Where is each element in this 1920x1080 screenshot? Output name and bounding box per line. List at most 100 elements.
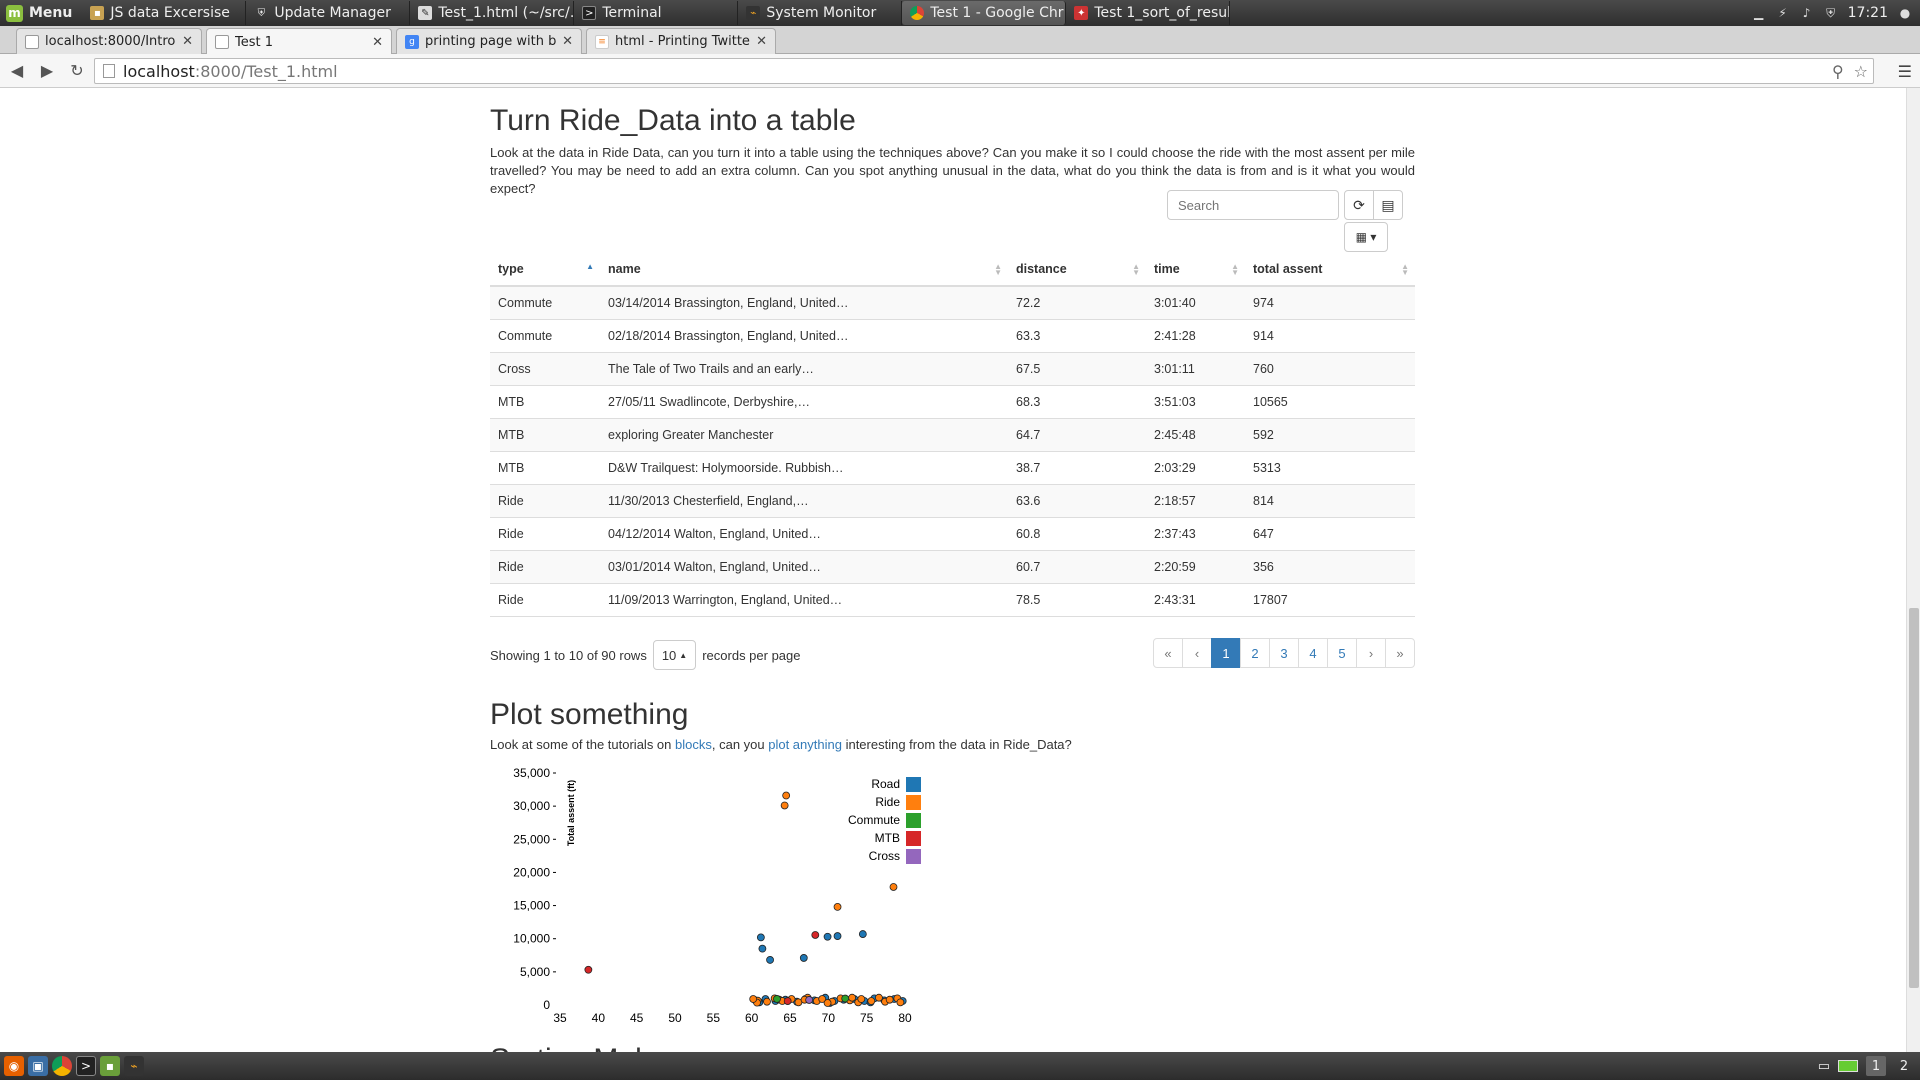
data-point-road [756, 933, 765, 942]
table-cell: D&W Trailquest: Holymoorside. Rubbish… [600, 450, 1008, 484]
task-label: Test 1_sort_of_resul… [1094, 5, 1231, 21]
table-cell: 10565 [1245, 384, 1415, 418]
pagination-item[interactable]: « [1153, 638, 1183, 668]
minimize-all-icon[interactable]: ▁ [1752, 6, 1766, 20]
close-icon[interactable]: ✕ [182, 34, 193, 49]
taskbar-item-chrome[interactable]: Test 1 - Google Chr… [902, 1, 1067, 25]
table-row[interactable]: Commute 02/18/2014 Brassington, England, … [490, 318, 1415, 352]
zoom-icon[interactable]: ⚲ [1832, 62, 1844, 81]
taskbar-item-js-data[interactable]: ▪ JS data Excersise [82, 1, 247, 25]
data-point-ride [749, 995, 758, 1003]
back-icon[interactable]: ◀ [4, 58, 30, 84]
pagination-item[interactable]: 1 [1211, 638, 1241, 668]
columns-dropdown-button[interactable]: ▦ ▾ [1344, 222, 1388, 252]
table-cell: 38.7 [1008, 450, 1146, 484]
reload-icon[interactable]: ↻ [64, 58, 90, 84]
data-point-road [858, 930, 867, 938]
browser-tab-stackoverflow[interactable]: ≡ html - Printing Twitter B ✕ [586, 28, 776, 54]
volume-icon[interactable]: ♪ [1800, 6, 1814, 20]
os-top-panel: m Menu ▪ JS data Excersise ⛨ Update Mana… [0, 0, 1920, 26]
chrome-icon[interactable] [52, 1056, 72, 1076]
folder-icon[interactable]: ▪ [100, 1056, 120, 1076]
page-scrollbar[interactable] [1906, 88, 1920, 1052]
close-icon[interactable]: ✕ [372, 35, 383, 50]
table-cell: 02/18/2014 Brassington, England, United… [600, 318, 1008, 352]
bookmark-star-icon[interactable]: ☆ [1854, 62, 1868, 81]
pagination-item[interactable]: » [1385, 638, 1415, 668]
taskbar-item-text-editor[interactable]: ✎ Test_1.html (~/src/… [410, 1, 575, 25]
plot-anything-link[interactable]: plot anything [768, 737, 842, 752]
toggle-view-button[interactable]: ▤ [1373, 190, 1403, 220]
desc-text: Look at some of the tutorials on [490, 737, 675, 752]
table-row[interactable]: MTB D&W Trailquest: Holymoorside. Rubbish… [490, 450, 1415, 484]
url-path: :8000/Test_1.html [194, 61, 338, 81]
grid-icon: ▦ ▾ [1355, 230, 1377, 244]
shield-icon[interactable]: ⛨ [1824, 6, 1838, 20]
system-monitor-icon[interactable]: ⌁ [124, 1056, 144, 1076]
close-icon[interactable]: ✕ [756, 34, 767, 49]
task-label: Update Manager [274, 5, 391, 21]
browser-tab-test1[interactable]: Test 1 ✕ [206, 28, 392, 55]
pagination-item[interactable]: ‹ [1182, 638, 1212, 668]
chrome-menu-icon[interactable]: ☰ [1898, 62, 1912, 81]
x-tick-label: 65 [783, 1011, 797, 1025]
pagination-item[interactable]: 2 [1240, 638, 1270, 668]
table-cell: 78.5 [1008, 582, 1146, 617]
page-size-dropdown[interactable]: 10 ▲ [652, 640, 697, 670]
firefox-icon[interactable]: ◉ [4, 1056, 24, 1076]
taskbar-item-update-manager[interactable]: ⛨ Update Manager [246, 1, 411, 25]
column-header-name[interactable]: name ▲ ▼ [600, 253, 1008, 287]
browser-tab-printing[interactable]: g printing page with boo ✕ [396, 28, 582, 54]
column-header-total-assent[interactable]: total assent ▲ ▼ [1245, 253, 1415, 287]
pagination-item[interactable]: 5 [1327, 638, 1357, 668]
sort-asc-icon: ▲ [586, 262, 594, 271]
workspace-2[interactable]: 2 [1894, 1056, 1914, 1076]
user-icon[interactable]: ● [1898, 6, 1912, 20]
address-bar[interactable]: localhost:8000/Test_1.html [94, 58, 1874, 84]
table-row[interactable]: Ride 11/30/2013 Chesterfield, England,… 63… [490, 483, 1415, 517]
workspace-1[interactable]: 1 [1866, 1056, 1886, 1076]
table-row[interactable]: Cross The Tale of Two Trails and an early… [490, 351, 1415, 385]
pagination-item[interactable]: › [1356, 638, 1386, 668]
column-header-label: distance [1016, 262, 1067, 276]
table-row[interactable]: MTB exploring Greater Manchester 64.7 2:45:… [490, 417, 1415, 451]
network-icon[interactable]: ⚡ [1776, 6, 1790, 20]
table-row[interactable]: Commute 03/14/2014 Brassington, England, … [490, 285, 1415, 319]
table-cell: 5313 [1245, 450, 1415, 484]
table-row[interactable]: Ride 03/01/2014 Walton, England, United… 6… [490, 549, 1415, 583]
forward-icon[interactable]: ▶ [34, 58, 60, 84]
browser-tab-intro[interactable]: localhost:8000/Intro.ht ✕ [16, 28, 202, 54]
table-row[interactable]: Ride 04/12/2014 Walton, England, United… 6… [490, 516, 1415, 550]
list-icon: ▤ [1381, 196, 1395, 213]
data-point-commute [773, 995, 781, 1003]
taskbar-item-document-viewer[interactable]: ✦ Test 1_sort_of_resul… [1066, 1, 1231, 25]
clock[interactable]: 17:21 [1848, 5, 1888, 21]
pagination-item[interactable]: 3 [1269, 638, 1299, 668]
x-tick-label: 45 [630, 1011, 644, 1025]
pagination-item[interactable]: 4 [1298, 638, 1328, 668]
close-icon[interactable]: ✕ [562, 34, 573, 49]
table-cell: 647 [1245, 516, 1415, 550]
table-row[interactable]: MTB 27/05/11 Swadlincote, Derbyshire,… 68.… [490, 384, 1415, 418]
table-cell: 760 [1245, 351, 1415, 385]
column-header-time[interactable]: time ▲ ▼ [1146, 253, 1245, 287]
y-tick-label: 10,000 [513, 932, 550, 946]
blocks-link[interactable]: blocks [675, 737, 712, 752]
scrollbar-thumb[interactable] [1909, 608, 1919, 988]
show-desktop-icon[interactable]: ▭ [1818, 1059, 1830, 1074]
os-menu-button[interactable]: m Menu [0, 0, 82, 26]
google-icon: g [405, 34, 419, 49]
column-header-distance[interactable]: distance ▲ ▼ [1008, 253, 1146, 287]
terminal-icon[interactable]: > [76, 1056, 96, 1076]
taskbar-item-terminal[interactable]: > Terminal [574, 1, 739, 25]
column-header-type[interactable]: type ▲ [490, 253, 600, 287]
folder-icon: ▪ [90, 6, 105, 20]
table-cell: 67.5 [1008, 351, 1146, 385]
table-cell: exploring Greater Manchester [600, 417, 1008, 451]
refresh-button[interactable]: ⟳ [1344, 190, 1374, 220]
taskbar-item-system-monitor[interactable]: ⌁ System Monitor [738, 1, 903, 25]
table-row[interactable]: Ride 11/09/2013 Warrington, England, Unit… [490, 582, 1415, 617]
display-settings-icon[interactable]: ▣ [28, 1056, 48, 1076]
table-search-input[interactable] [1167, 190, 1339, 220]
table-cell: 2:18:57 [1146, 483, 1245, 517]
